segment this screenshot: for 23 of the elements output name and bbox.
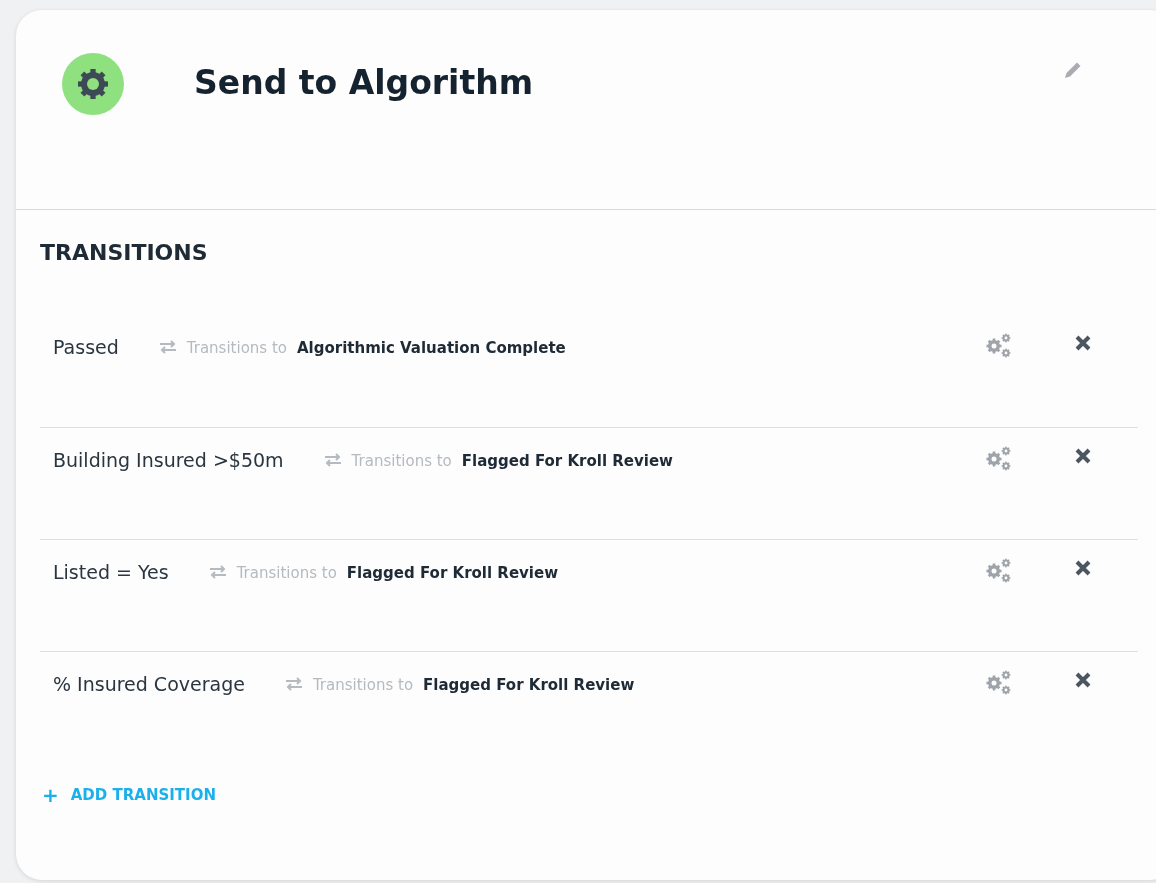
transition-label: Transitions to [236, 564, 337, 582]
transition-label: Transitions to [186, 339, 287, 357]
transition-name: Building Insured >$50m [53, 449, 284, 471]
close-icon[interactable] [1074, 447, 1092, 465]
target-step: Algorithmic Valuation Complete [297, 339, 566, 357]
close-icon[interactable] [1074, 559, 1092, 577]
swap-arrows-icon [158, 340, 177, 354]
transition-label: Transitions to [351, 452, 452, 470]
add-transition-button[interactable]: + ADD TRANSITION [42, 783, 216, 807]
swap-arrows-icon [284, 677, 303, 691]
transition-name: Passed [53, 336, 119, 358]
section-heading: TRANSITIONS [40, 240, 209, 265]
swap-arrows-icon [208, 565, 227, 579]
close-icon[interactable] [1074, 334, 1092, 352]
target-step: Flagged For Kroll Review [423, 676, 635, 694]
step-title: Send to Algorithm [194, 63, 534, 102]
target-step: Flagged For Kroll Review [346, 564, 558, 582]
transition-name: Listed = Yes [53, 561, 169, 583]
transition-label: Transitions to [312, 676, 414, 694]
swap-arrows-icon [323, 453, 342, 467]
target-step: Flagged For Kroll Review [461, 452, 673, 470]
close-icon[interactable] [1074, 671, 1092, 689]
transition-name: % Insured Coverage [53, 673, 245, 695]
